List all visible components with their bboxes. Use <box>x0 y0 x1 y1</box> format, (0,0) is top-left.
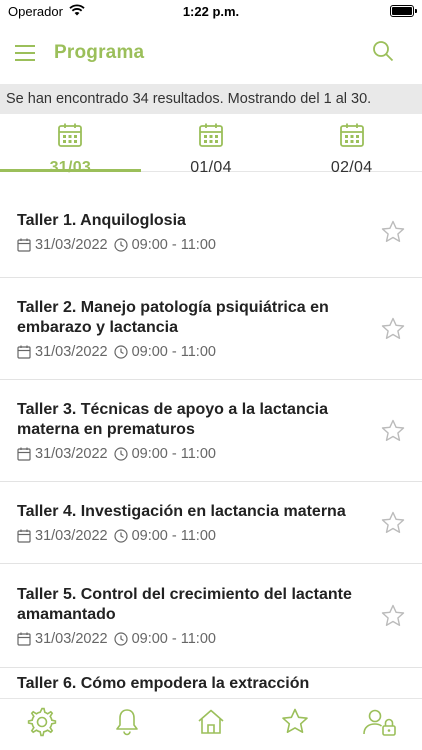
bell-icon <box>112 707 142 742</box>
star-icon <box>380 317 406 346</box>
session-title: Taller 4. Investigación en lactancia mat… <box>17 502 346 520</box>
wifi-icon <box>69 3 85 19</box>
star-icon <box>280 707 310 742</box>
star-icon <box>380 220 406 249</box>
nav-notifications-button[interactable] <box>107 705 147 745</box>
session-date: 31/03/2022 <box>35 630 108 647</box>
session-title: Taller 1. Anquiloglosia <box>17 211 186 229</box>
clock-icon <box>113 631 128 646</box>
tab-date-0[interactable]: 31/03 <box>0 114 141 176</box>
nav-home-button[interactable] <box>191 705 231 745</box>
tab-date-label: 01/04 <box>190 159 232 176</box>
calendar-icon <box>57 122 83 153</box>
tab-date-2[interactable]: 02/04 <box>281 114 422 176</box>
tab-date-label: 02/04 <box>330 159 373 176</box>
favorite-star-button[interactable] <box>380 418 406 444</box>
tab-date-label: 31/03 <box>49 159 92 176</box>
nav-favorites-button[interactable] <box>275 705 315 745</box>
clock-icon <box>113 446 128 461</box>
carrier-label: Operador <box>8 3 63 19</box>
session-item[interactable]: Taller 6. Cómo empodera la extracción <box>0 668 422 698</box>
session-time: 09:00 - 11:00 <box>131 236 216 253</box>
session-title: Taller 5. Control del crecimiento del la… <box>17 585 352 623</box>
calendar-icon <box>17 238 31 252</box>
favorite-star-button[interactable] <box>380 316 406 342</box>
menu-button[interactable] <box>14 42 36 64</box>
session-title: Taller 6. Cómo empodera la extracción <box>17 675 310 692</box>
session-time: 09:00 - 11:00 <box>131 527 216 544</box>
session-title: Taller 3. Técnicas de apoyo a la lactanc… <box>17 400 328 438</box>
clock-icon <box>113 344 128 359</box>
page-title: Programa <box>54 42 145 63</box>
session-date: 31/03/2022 <box>35 527 108 544</box>
clock-icon <box>113 528 128 543</box>
menu-icon <box>15 45 35 61</box>
session-time: 09:00 - 11:00 <box>131 445 216 462</box>
user-lock-icon <box>362 707 398 742</box>
star-icon <box>380 604 406 633</box>
star-icon <box>380 511 406 540</box>
session-date: 31/03/2022 <box>35 445 108 462</box>
session-item[interactable]: Taller 4. Investigación en lactancia mat… <box>0 482 422 564</box>
date-tabs: 31/03 01/04 02/04 <box>0 114 422 176</box>
calendar-icon <box>339 122 365 153</box>
battery-icon <box>390 5 417 17</box>
calendar-icon <box>17 529 31 543</box>
results-banner: Se han encontrado 34 resultados. Mostran… <box>0 84 422 114</box>
search-button[interactable] <box>372 40 396 64</box>
clock-icon <box>113 237 128 252</box>
session-time: 09:00 - 11:00 <box>131 630 216 647</box>
session-time: 09:00 - 11:00 <box>131 343 216 360</box>
session-item[interactable]: Taller 5. Control del crecimiento del la… <box>0 564 422 668</box>
calendar-icon <box>17 447 31 461</box>
session-date: 31/03/2022 <box>35 343 108 360</box>
star-icon <box>380 419 406 448</box>
tab-date-1[interactable]: 01/04 <box>141 114 282 176</box>
session-item[interactable]: Taller 3. Técnicas de apoyo a la lactanc… <box>0 380 422 482</box>
session-meta: 31/03/2022 09:00 - 11:00 <box>17 446 366 462</box>
search-icon <box>373 41 394 62</box>
gear-icon <box>27 707 57 742</box>
calendar-icon <box>198 122 224 153</box>
nav-bar: Programa <box>0 22 422 84</box>
session-meta: 31/03/2022 09:00 - 11:00 <box>17 631 366 647</box>
session-meta: 31/03/2022 09:00 - 11:00 <box>17 344 366 360</box>
home-icon <box>196 707 226 742</box>
session-date: 31/03/2022 <box>35 236 108 253</box>
calendar-icon <box>17 345 31 359</box>
session-list[interactable]: Taller 1. Anquiloglosia 31/03/2022 09:00… <box>0 186 422 698</box>
session-item[interactable]: Taller 1. Anquiloglosia 31/03/2022 09:00… <box>0 186 422 278</box>
session-meta: 31/03/2022 09:00 - 11:00 <box>17 237 366 253</box>
status-left: Operador <box>8 4 85 19</box>
favorite-star-button[interactable] <box>380 219 406 245</box>
bottom-tab-bar <box>0 698 422 750</box>
session-item[interactable]: Taller 2. Manejo patología psiquiátrica … <box>0 278 422 380</box>
calendar-icon <box>17 632 31 646</box>
session-meta: 31/03/2022 09:00 - 11:00 <box>17 528 366 544</box>
nav-user-lock-button[interactable] <box>360 705 400 745</box>
session-title: Taller 2. Manejo patología psiquiátrica … <box>17 298 329 336</box>
nav-settings-button[interactable] <box>22 705 62 745</box>
favorite-star-button[interactable] <box>380 510 406 536</box>
status-bar: Operador 1:22 p.m. <box>0 0 422 22</box>
favorite-star-button[interactable] <box>380 603 406 629</box>
